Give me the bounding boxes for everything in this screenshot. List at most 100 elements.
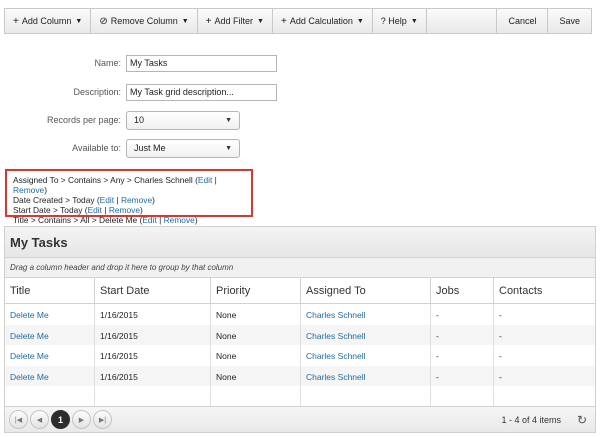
description-row: Description: <box>0 83 600 101</box>
empty-cell <box>494 386 595 407</box>
filter-remove-link[interactable]: Remove <box>13 185 44 195</box>
add-filter-button[interactable]: + Add Filter ▼ <box>198 9 273 33</box>
name-label: Name: <box>94 58 121 68</box>
start-date-cell: 1/16/2015 <box>95 324 211 345</box>
grid-header-row: Title Start Date Priority Assigned To Jo… <box>5 278 595 304</box>
current-page-button[interactable]: 1 <box>51 410 70 429</box>
filter-text: Assigned To > Contains > Any > Charles S… <box>13 175 198 185</box>
caret-down-icon: ▼ <box>75 17 83 25</box>
column-header-contacts[interactable]: Contacts <box>494 278 595 303</box>
assigned-to-link[interactable]: Charles Schnell <box>301 324 431 345</box>
empty-cell <box>431 386 494 407</box>
filter-separator: | <box>114 195 121 205</box>
next-page-button[interactable]: ▶ <box>72 410 91 429</box>
filter-remove-link[interactable]: Remove <box>121 195 152 205</box>
description-label: Description: <box>73 87 121 97</box>
jobs-cell: - <box>431 304 494 325</box>
save-button[interactable]: Save <box>548 9 591 33</box>
table-row: Delete Me 1/16/2015 None Charles Schnell… <box>5 304 595 325</box>
pager: |◀ ◀ 1 ▶ ▶| 1 - 4 of 4 items ↻ <box>5 406 595 432</box>
filter-text: Title > Contains > All > Delete Me ( <box>13 215 143 225</box>
last-page-button[interactable]: ▶| <box>93 410 112 429</box>
cancel-button[interactable]: Cancel <box>497 9 549 33</box>
remove-icon: ⊘ <box>99 15 108 27</box>
filter-line-assigned-to: Assigned To > Contains > Any > Charles S… <box>13 175 245 195</box>
caret-down-icon: ▼ <box>225 116 232 124</box>
filter-edit-link[interactable]: Edit <box>198 175 212 185</box>
filter-close-paren: ) <box>140 205 143 215</box>
start-date-cell: 1/16/2015 <box>95 365 211 386</box>
filter-remove-link[interactable]: Remove <box>164 215 195 225</box>
first-page-button[interactable]: |◀ <box>9 410 28 429</box>
add-column-label: Add Column <box>21 16 72 26</box>
plus-icon: + <box>280 15 287 27</box>
start-date-cell: 1/16/2015 <box>95 345 211 366</box>
available-label: Available to: <box>72 143 121 153</box>
records-row: Records per page: 10 ▼ <box>0 110 600 130</box>
table-row: Delete Me 1/16/2015 None Charles Schnell… <box>5 324 595 345</box>
add-calculation-label: Add Calculation <box>289 16 353 26</box>
filter-edit-link[interactable]: Edit <box>88 205 102 215</box>
empty-cell <box>95 386 211 407</box>
filter-close-paren: ) <box>152 195 155 205</box>
contacts-cell: - <box>499 310 502 320</box>
column-header-assigned-to[interactable]: Assigned To <box>301 278 431 303</box>
jobs-cell: - <box>431 324 494 345</box>
available-to-select[interactable]: Just Me ▼ <box>126 138 240 158</box>
column-header-title[interactable]: Title <box>5 278 95 303</box>
name-input[interactable] <box>126 54 277 72</box>
active-filters: Assigned To > Contains > Any > Charles S… <box>5 169 253 225</box>
add-column-button[interactable]: + Add Column ▼ <box>5 9 92 33</box>
filter-remove-link[interactable]: Remove <box>109 205 140 215</box>
task-title-link[interactable]: Delete Me <box>5 345 95 366</box>
filter-edit-link[interactable]: Edit <box>142 215 156 225</box>
previous-page-button[interactable]: ◀ <box>30 410 49 429</box>
empty-cell <box>211 386 301 407</box>
filter-close-paren: ) <box>194 215 198 225</box>
add-calculation-button[interactable]: + Add Calculation ▼ <box>273 9 373 33</box>
filter-separator: | <box>212 175 217 185</box>
task-title-link[interactable]: Delete Me <box>5 304 95 325</box>
records-label: Records per page: <box>46 115 121 125</box>
filter-edit-link[interactable]: Edit <box>100 195 114 205</box>
column-header-jobs[interactable]: Jobs <box>431 278 494 303</box>
jobs-cell: - <box>431 345 494 366</box>
remove-column-label: Remove Column <box>110 16 178 26</box>
name-row: Name: <box>0 54 600 72</box>
start-date-cell: 1/16/2015 <box>95 304 211 325</box>
caret-down-icon: ▼ <box>356 17 364 25</box>
contacts-cell: - <box>499 330 502 341</box>
filter-text: Date Created > Today ( <box>13 195 100 205</box>
priority-cell: None <box>211 304 301 325</box>
column-header-start-date[interactable]: Start Date <box>95 278 211 303</box>
caret-down-icon: ▼ <box>257 17 264 25</box>
plus-icon: + <box>205 15 212 27</box>
refresh-icon[interactable]: ↻ <box>577 413 587 427</box>
contacts-cell: - <box>499 371 502 382</box>
assigned-to-link[interactable]: Charles Schnell <box>301 365 431 386</box>
pager-info: 1 - 4 of 4 items <box>501 415 561 425</box>
description-input[interactable] <box>126 83 277 101</box>
empty-cell <box>5 386 95 407</box>
priority-cell: None <box>211 324 301 345</box>
available-row: Available to: Just Me ▼ <box>0 138 600 158</box>
column-header-priority[interactable]: Priority <box>211 278 301 303</box>
assigned-to-link[interactable]: Charles Schnell <box>301 304 431 325</box>
group-by-drop-zone[interactable]: Drag a column header and drop it here to… <box>5 258 595 278</box>
empty-cell <box>301 386 431 407</box>
task-title-link[interactable]: Delete Me <box>5 324 95 345</box>
caret-down-icon: ▼ <box>225 144 232 152</box>
records-per-page-select[interactable]: 10 ▼ <box>126 110 240 130</box>
remove-column-button[interactable]: ⊘ Remove Column ▼ <box>91 9 198 33</box>
filter-separator: | <box>156 215 164 225</box>
filter-close-paren: ) <box>44 185 47 195</box>
assigned-to-link[interactable]: Charles Schnell <box>301 345 431 366</box>
available-to-value: Just Me <box>134 143 166 153</box>
task-title-link[interactable]: Delete Me <box>5 365 95 386</box>
help-button[interactable]: ? Help ▼ <box>373 9 427 33</box>
filter-line-date-created: Date Created > Today (Edit | Remove) <box>13 195 245 205</box>
grid-title: My Tasks <box>5 227 595 258</box>
contacts-cell: - <box>499 351 502 361</box>
filter-line-start-date: Start Date > Today (Edit | Remove) <box>13 205 245 215</box>
filter-text: Start Date > Today ( <box>13 205 88 215</box>
